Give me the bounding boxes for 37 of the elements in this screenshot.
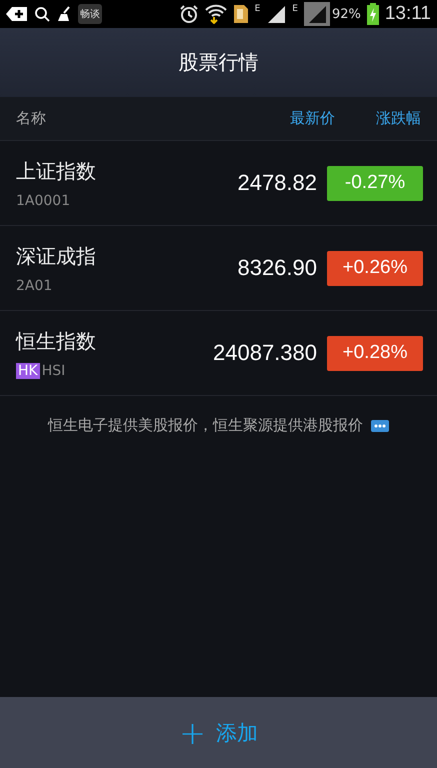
battery-percent: 92%	[332, 6, 361, 22]
broom-icon	[56, 6, 72, 22]
search-icon	[34, 6, 50, 22]
stock-code: HSI	[42, 362, 66, 378]
add-button[interactable]: + 添加	[0, 697, 437, 768]
app-icon: 畅谈	[78, 4, 102, 24]
network-type: E	[254, 4, 260, 14]
stock-name: 恒生指数	[16, 328, 97, 354]
stock-price: 24087.380	[213, 340, 317, 366]
stock-code: 1A0001	[16, 192, 70, 208]
stock-price: 2478.82	[237, 170, 317, 196]
battery-charging-icon	[366, 3, 379, 25]
column-header: 名称	[16, 109, 47, 128]
signal-icon	[266, 4, 286, 24]
network-type: E	[292, 4, 298, 14]
stock-name: 深证成指	[16, 242, 97, 270]
more-icon[interactable]	[371, 420, 389, 432]
change-badge: +0.28%	[327, 336, 423, 370]
stock-row[interactable]: 恒生指数 HK HSI 24087.380 +0.28%	[0, 311, 437, 396]
sim-card-icon	[232, 4, 249, 24]
data-source-note: 恒生电子提供美股报价，恒生聚源提供港股报价	[48, 416, 363, 435]
signal-icon	[304, 2, 330, 26]
wifi-icon	[204, 4, 227, 24]
column-header[interactable]: 最新价	[290, 109, 335, 128]
column-header[interactable]: 涨跌幅	[351, 109, 421, 128]
change-badge: -0.27%	[327, 166, 423, 200]
stock-name: 上证指数	[16, 158, 97, 184]
stock-price: 8326.90	[237, 255, 317, 281]
change-badge: +0.26%	[327, 250, 423, 286]
clock: 13:11	[384, 3, 431, 25]
screen-title: 股票行情	[178, 49, 258, 76]
market-tag: HK	[16, 362, 40, 378]
alarm-icon	[178, 4, 199, 24]
stock-row[interactable]: 上证指数 1A0001 2478.82 -0.27%	[0, 141, 437, 226]
add-notification-icon	[6, 6, 28, 22]
stock-code: 2A01	[16, 278, 52, 294]
stock-row[interactable]: 深证成指 2A01 8326.90 +0.26%	[0, 226, 437, 311]
